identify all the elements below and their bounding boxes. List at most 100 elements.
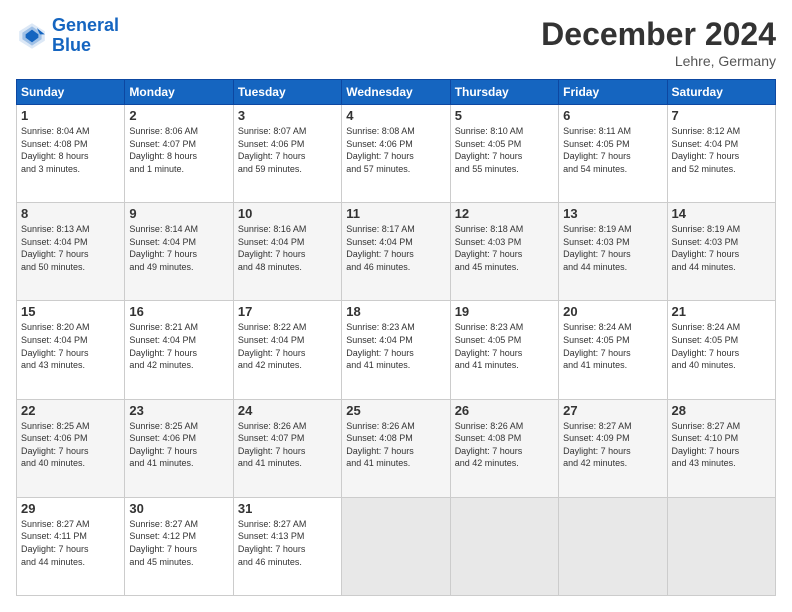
cell-details: Sunrise: 8:18 AMSunset: 4:03 PMDaylight:… bbox=[455, 223, 554, 273]
calendar-cell: 16 Sunrise: 8:21 AMSunset: 4:04 PMDayligh… bbox=[125, 301, 233, 399]
cell-details: Sunrise: 8:16 AMSunset: 4:04 PMDaylight:… bbox=[238, 223, 337, 273]
week-row-4: 22 Sunrise: 8:25 AMSunset: 4:06 PMDayligh… bbox=[17, 399, 776, 497]
day-number: 21 bbox=[672, 304, 771, 319]
day-number: 15 bbox=[21, 304, 120, 319]
location: Lehre, Germany bbox=[541, 53, 776, 69]
col-header-friday: Friday bbox=[559, 80, 667, 105]
cell-details: Sunrise: 8:19 AMSunset: 4:03 PMDaylight:… bbox=[563, 223, 662, 273]
calendar-cell bbox=[450, 497, 558, 595]
calendar-cell: 6Sunrise: 8:11 AMSunset: 4:05 PMDaylight… bbox=[559, 105, 667, 203]
calendar-cell: 27 Sunrise: 8:27 AMSunset: 4:09 PMDayligh… bbox=[559, 399, 667, 497]
cell-details: Sunrise: 8:17 AMSunset: 4:04 PMDaylight:… bbox=[346, 223, 445, 273]
day-number: 10 bbox=[238, 206, 337, 221]
day-number: 25 bbox=[346, 403, 445, 418]
calendar-header-row: SundayMondayTuesdayWednesdayThursdayFrid… bbox=[17, 80, 776, 105]
col-header-saturday: Saturday bbox=[667, 80, 775, 105]
week-row-1: 1 Sunrise: 8:04 AMSunset: 4:08 PMDaylight… bbox=[17, 105, 776, 203]
col-header-sunday: Sunday bbox=[17, 80, 125, 105]
cell-details: Sunrise: 8:07 AMSunset: 4:06 PMDaylight:… bbox=[238, 125, 337, 175]
day-number: 12 bbox=[455, 206, 554, 221]
calendar-cell: 29 Sunrise: 8:27 AMSunset: 4:11 PMDayligh… bbox=[17, 497, 125, 595]
title-area: December 2024 Lehre, Germany bbox=[541, 16, 776, 69]
calendar-cell: 19Sunrise: 8:23 AMSunset: 4:05 PMDayligh… bbox=[450, 301, 558, 399]
day-number: 13 bbox=[563, 206, 662, 221]
logo-line1: General bbox=[52, 15, 119, 35]
day-number: 16 bbox=[129, 304, 228, 319]
week-row-5: 29 Sunrise: 8:27 AMSunset: 4:11 PMDayligh… bbox=[17, 497, 776, 595]
calendar-table: SundayMondayTuesdayWednesdayThursdayFrid… bbox=[16, 79, 776, 596]
col-header-wednesday: Wednesday bbox=[342, 80, 450, 105]
cell-details: Sunrise: 8:12 AMSunset: 4:04 PMDaylight:… bbox=[672, 125, 771, 175]
week-row-2: 8 Sunrise: 8:13 AMSunset: 4:04 PMDaylight… bbox=[17, 203, 776, 301]
cell-details: Sunrise: 8:25 AMSunset: 4:06 PMDaylight:… bbox=[129, 420, 228, 470]
day-number: 4 bbox=[346, 108, 445, 123]
calendar-cell: 30Sunrise: 8:27 AMSunset: 4:12 PMDayligh… bbox=[125, 497, 233, 595]
calendar-cell: 8 Sunrise: 8:13 AMSunset: 4:04 PMDaylight… bbox=[17, 203, 125, 301]
col-header-monday: Monday bbox=[125, 80, 233, 105]
day-number: 17 bbox=[238, 304, 337, 319]
cell-details: Sunrise: 8:25 AMSunset: 4:06 PMDaylight:… bbox=[21, 420, 120, 470]
cell-details: Sunrise: 8:23 AMSunset: 4:04 PMDaylight:… bbox=[346, 321, 445, 371]
calendar-cell: 7 Sunrise: 8:12 AMSunset: 4:04 PMDaylight… bbox=[667, 105, 775, 203]
day-number: 20 bbox=[563, 304, 662, 319]
calendar-cell: 13 Sunrise: 8:19 AMSunset: 4:03 PMDayligh… bbox=[559, 203, 667, 301]
calendar-cell: 12 Sunrise: 8:18 AMSunset: 4:03 PMDayligh… bbox=[450, 203, 558, 301]
calendar-cell: 15 Sunrise: 8:20 AMSunset: 4:04 PMDayligh… bbox=[17, 301, 125, 399]
cell-details: Sunrise: 8:22 AMSunset: 4:04 PMDaylight:… bbox=[238, 321, 337, 371]
day-number: 23 bbox=[129, 403, 228, 418]
cell-details: Sunrise: 8:06 AMSunset: 4:07 PMDaylight:… bbox=[129, 125, 228, 175]
calendar-cell: 11 Sunrise: 8:17 AMSunset: 4:04 PMDayligh… bbox=[342, 203, 450, 301]
cell-details: Sunrise: 8:27 AMSunset: 4:10 PMDaylight:… bbox=[672, 420, 771, 470]
cell-details: Sunrise: 8:04 AMSunset: 4:08 PMDaylight:… bbox=[21, 125, 120, 175]
day-number: 3 bbox=[238, 108, 337, 123]
calendar-cell: 20 Sunrise: 8:24 AMSunset: 4:05 PMDayligh… bbox=[559, 301, 667, 399]
day-number: 2 bbox=[129, 108, 228, 123]
calendar-cell: 4 Sunrise: 8:08 AMSunset: 4:06 PMDaylight… bbox=[342, 105, 450, 203]
cell-details: Sunrise: 8:10 AMSunset: 4:05 PMDaylight:… bbox=[455, 125, 554, 175]
day-number: 7 bbox=[672, 108, 771, 123]
col-header-thursday: Thursday bbox=[450, 80, 558, 105]
day-number: 14 bbox=[672, 206, 771, 221]
cell-details: Sunrise: 8:19 AMSunset: 4:03 PMDaylight:… bbox=[672, 223, 771, 273]
day-number: 11 bbox=[346, 206, 445, 221]
cell-details: Sunrise: 8:27 AMSunset: 4:09 PMDaylight:… bbox=[563, 420, 662, 470]
cell-details: Sunrise: 8:08 AMSunset: 4:06 PMDaylight:… bbox=[346, 125, 445, 175]
cell-details: Sunrise: 8:24 AMSunset: 4:05 PMDaylight:… bbox=[563, 321, 662, 371]
cell-details: Sunrise: 8:21 AMSunset: 4:04 PMDaylight:… bbox=[129, 321, 228, 371]
logo-text: General Blue bbox=[52, 16, 119, 56]
cell-details: Sunrise: 8:20 AMSunset: 4:04 PMDaylight:… bbox=[21, 321, 120, 371]
month-year: December 2024 bbox=[541, 16, 776, 53]
day-number: 1 bbox=[21, 108, 120, 123]
day-number: 22 bbox=[21, 403, 120, 418]
day-number: 6 bbox=[563, 108, 662, 123]
calendar-cell: 18Sunrise: 8:23 AMSunset: 4:04 PMDayligh… bbox=[342, 301, 450, 399]
calendar-cell: 23 Sunrise: 8:25 AMSunset: 4:06 PMDayligh… bbox=[125, 399, 233, 497]
calendar-cell: 24Sunrise: 8:26 AMSunset: 4:07 PMDayligh… bbox=[233, 399, 341, 497]
calendar-cell: 28 Sunrise: 8:27 AMSunset: 4:10 PMDayligh… bbox=[667, 399, 775, 497]
calendar-cell: 3 Sunrise: 8:07 AMSunset: 4:06 PMDaylight… bbox=[233, 105, 341, 203]
calendar-cell: 21Sunrise: 8:24 AMSunset: 4:05 PMDayligh… bbox=[667, 301, 775, 399]
cell-details: Sunrise: 8:27 AMSunset: 4:12 PMDaylight:… bbox=[129, 518, 228, 568]
week-row-3: 15 Sunrise: 8:20 AMSunset: 4:04 PMDayligh… bbox=[17, 301, 776, 399]
logo-icon bbox=[16, 20, 48, 52]
cell-details: Sunrise: 8:23 AMSunset: 4:05 PMDaylight:… bbox=[455, 321, 554, 371]
day-number: 8 bbox=[21, 206, 120, 221]
calendar-cell: 1 Sunrise: 8:04 AMSunset: 4:08 PMDaylight… bbox=[17, 105, 125, 203]
day-number: 26 bbox=[455, 403, 554, 418]
calendar-cell: 14 Sunrise: 8:19 AMSunset: 4:03 PMDayligh… bbox=[667, 203, 775, 301]
calendar-cell bbox=[342, 497, 450, 595]
cell-details: Sunrise: 8:26 AMSunset: 4:08 PMDaylight:… bbox=[455, 420, 554, 470]
cell-details: Sunrise: 8:27 AMSunset: 4:13 PMDaylight:… bbox=[238, 518, 337, 568]
calendar-cell: 9Sunrise: 8:14 AMSunset: 4:04 PMDaylight… bbox=[125, 203, 233, 301]
day-number: 5 bbox=[455, 108, 554, 123]
day-number: 28 bbox=[672, 403, 771, 418]
day-number: 27 bbox=[563, 403, 662, 418]
cell-details: Sunrise: 8:14 AMSunset: 4:04 PMDaylight:… bbox=[129, 223, 228, 273]
cell-details: Sunrise: 8:13 AMSunset: 4:04 PMDaylight:… bbox=[21, 223, 120, 273]
cell-details: Sunrise: 8:27 AMSunset: 4:11 PMDaylight:… bbox=[21, 518, 120, 568]
col-header-tuesday: Tuesday bbox=[233, 80, 341, 105]
day-number: 29 bbox=[21, 501, 120, 516]
calendar-cell: 22 Sunrise: 8:25 AMSunset: 4:06 PMDayligh… bbox=[17, 399, 125, 497]
cell-details: Sunrise: 8:26 AMSunset: 4:07 PMDaylight:… bbox=[238, 420, 337, 470]
calendar-cell: 31Sunrise: 8:27 AMSunset: 4:13 PMDayligh… bbox=[233, 497, 341, 595]
